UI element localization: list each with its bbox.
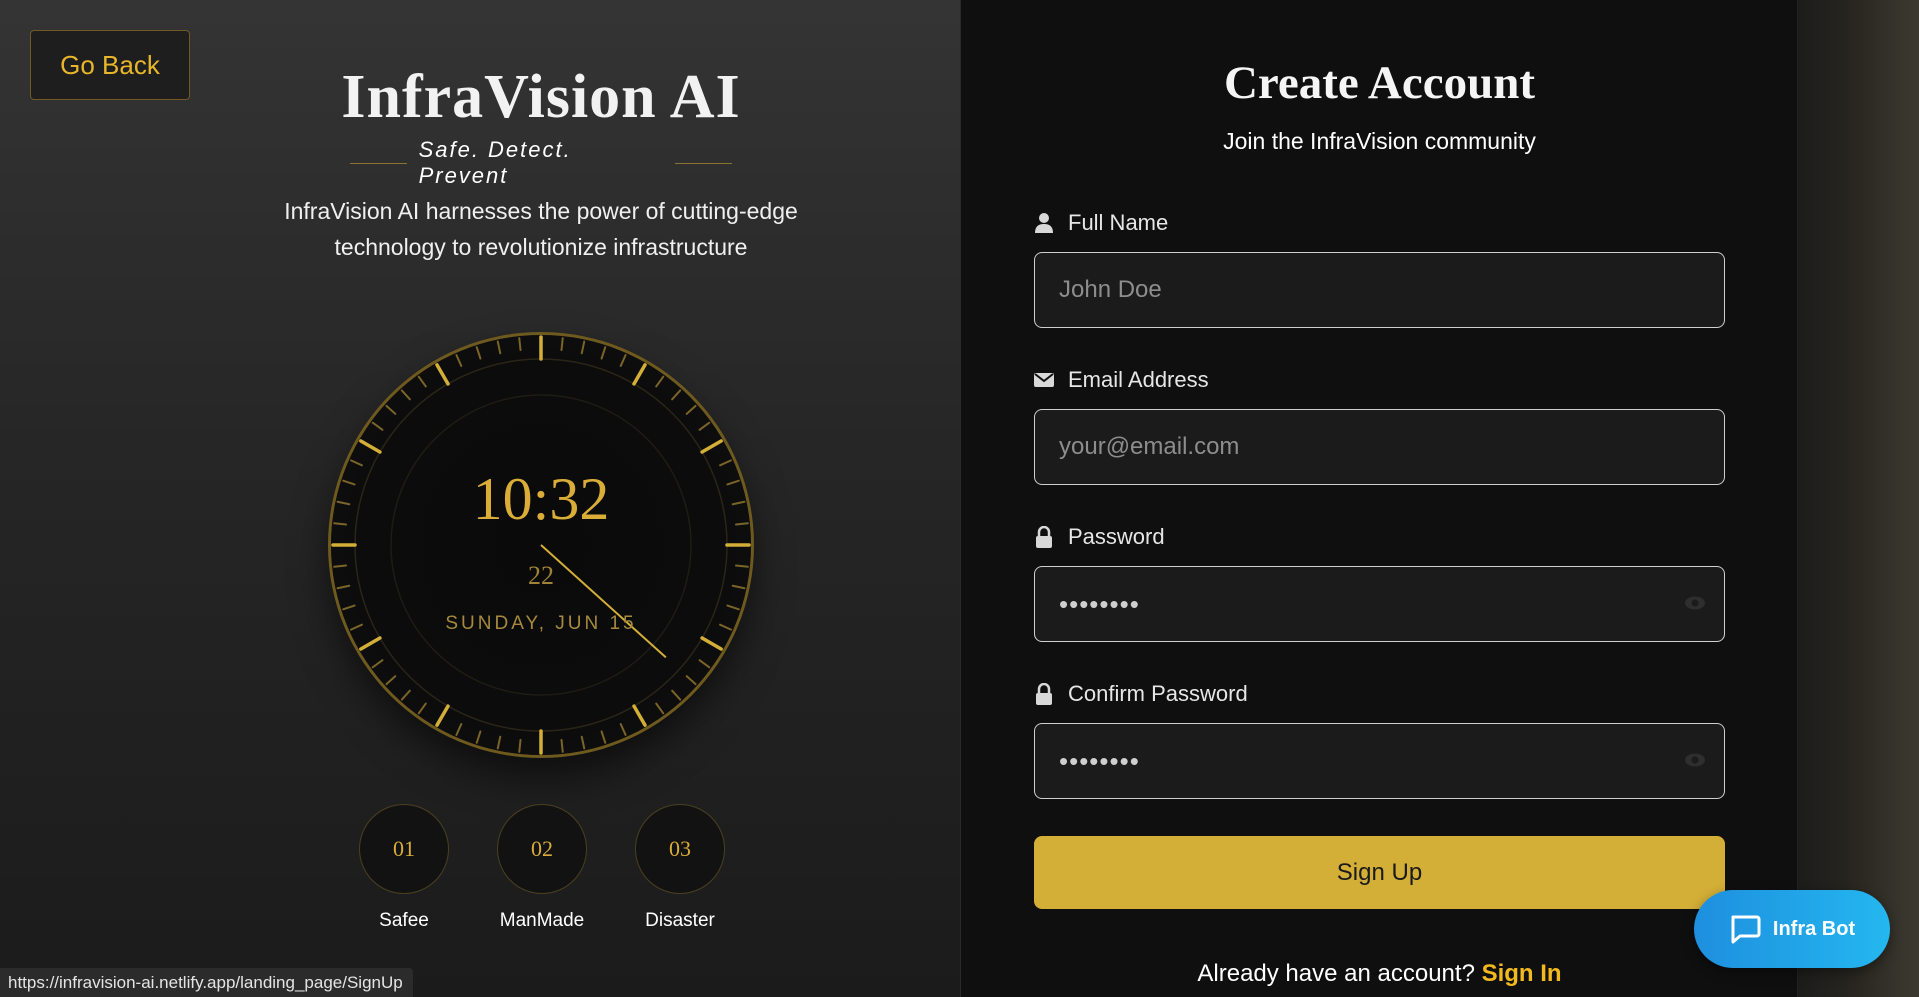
- form-subtitle: Join the InfraVision community: [1223, 128, 1536, 154]
- infra-bot-button[interactable]: Infra Bot: [1694, 890, 1890, 968]
- clock-tick: [475, 730, 482, 744]
- clock-seconds: 22: [528, 561, 554, 590]
- clock-tick: [700, 636, 723, 651]
- clock-tick: [400, 689, 411, 701]
- clock-tick: [632, 704, 647, 727]
- password-label-text: Password: [1068, 524, 1165, 549]
- signin-row: Already have an account? Sign In: [961, 960, 1798, 988]
- clock-widget: 10:32 22 SUNDAY, JUN 15: [331, 335, 751, 755]
- clock-face: [331, 335, 751, 755]
- user-icon: [1035, 213, 1053, 233]
- full-name-label-text: Full Name: [1068, 210, 1169, 235]
- confirm-password-input[interactable]: ••••••••: [1034, 723, 1725, 799]
- background-edge: [1797, 0, 1919, 997]
- clock-tick: [475, 346, 482, 360]
- divider-line: [350, 162, 407, 164]
- infra-bot-label: Infra Bot: [1772, 917, 1856, 940]
- intro-text: InfraVision AI harnesses the power of cu…: [284, 198, 798, 260]
- clock-tick: [359, 636, 382, 651]
- clock-tick: [560, 738, 564, 753]
- step-item: 03 Disaster: [634, 804, 726, 932]
- clock-tick: [600, 730, 607, 744]
- clock-tick: [580, 735, 586, 750]
- signup-form-panel: Create Account Join the InfraVision comm…: [960, 0, 1797, 997]
- step-number: 03: [635, 804, 725, 894]
- confirm-password-label: Confirm Password: [1034, 681, 1248, 707]
- clock-tick: [385, 675, 397, 686]
- step-label: Safee: [379, 910, 429, 931]
- step-label: ManMade: [499, 910, 585, 931]
- clock-tick: [359, 439, 382, 454]
- clock-tick: [560, 337, 564, 352]
- status-bar-url: https://infravision-ai.netlify.app/landi…: [0, 968, 413, 997]
- password-value: ••••••••: [1059, 588, 1140, 619]
- clock-tick: [580, 340, 586, 355]
- tagline: Safe. Detect. Prevent: [418, 137, 572, 188]
- clock-tick: [619, 353, 627, 367]
- clock-tick: [698, 659, 711, 669]
- clock-tick: [726, 604, 740, 611]
- eye-icon[interactable]: [1684, 595, 1706, 611]
- clock-tick: [600, 346, 607, 360]
- clock-tick: [385, 404, 397, 415]
- confirm-password-value: ••••••••: [1059, 745, 1140, 776]
- clock-tick: [417, 375, 427, 388]
- clock-tick: [619, 723, 627, 737]
- clock-tick: [455, 353, 463, 367]
- clock-tick: [518, 738, 522, 753]
- clock-tick: [417, 702, 427, 715]
- step-number: 01: [359, 804, 449, 894]
- clock-tick: [496, 735, 502, 750]
- email-placeholder: your@email.com: [1059, 433, 1240, 460]
- signup-page: Go Back InfraVision AI Safe. Detect. Pre…: [0, 0, 1919, 997]
- sign-up-button[interactable]: Sign Up: [1034, 836, 1725, 909]
- steps-row: 01 Safee 02 ManMade 03 Disaster: [358, 804, 726, 934]
- email-input[interactable]: your@email.com: [1034, 409, 1725, 485]
- clock-time: 10:32: [472, 466, 610, 532]
- clock-tick: [685, 675, 697, 686]
- brand-title: InfraVision AI: [341, 63, 741, 131]
- clock-tick: [655, 702, 665, 715]
- envelope-icon: [1034, 373, 1054, 387]
- divider-line: [675, 162, 732, 164]
- email-label: Email Address: [1034, 367, 1209, 393]
- signin-prompt: Already have an account?: [1197, 960, 1475, 987]
- clock-tick: [455, 723, 463, 737]
- full-name-label: Full Name: [1034, 210, 1168, 236]
- form-title: Create Account: [1223, 57, 1536, 109]
- full-name-placeholder: John Doe: [1059, 276, 1162, 303]
- eye-icon[interactable]: [1684, 752, 1706, 768]
- clock-tick: [698, 421, 711, 431]
- clock-tick: [435, 363, 450, 386]
- clock-tick: [342, 604, 356, 611]
- tagline-row: Safe. Detect. Prevent: [350, 137, 732, 188]
- clock-tick: [632, 363, 647, 386]
- password-label: Password: [1034, 524, 1165, 550]
- clock-tick: [371, 421, 384, 431]
- clock-tick: [496, 340, 502, 355]
- chat-icon: [1731, 915, 1761, 944]
- sign-in-link[interactable]: Sign In: [1482, 960, 1562, 987]
- clock-date: SUNDAY, JUN 15: [445, 613, 637, 634]
- clock-tick: [435, 704, 450, 727]
- confirm-password-label-text: Confirm Password: [1068, 681, 1248, 706]
- lock-icon: [1036, 526, 1052, 548]
- step-number: 02: [497, 804, 587, 894]
- clock-tick: [685, 404, 697, 415]
- clock-tick: [655, 375, 665, 388]
- clock-tick: [400, 389, 411, 401]
- clock-tick: [671, 689, 682, 701]
- step-item: 01 Safee: [358, 804, 450, 932]
- clock-tick: [700, 439, 723, 454]
- email-label-text: Email Address: [1068, 367, 1209, 392]
- step-item: 02 ManMade: [496, 804, 588, 932]
- lock-icon: [1036, 683, 1052, 705]
- password-input[interactable]: ••••••••: [1034, 566, 1725, 642]
- step-label: Disaster: [645, 910, 715, 931]
- clock-tick: [671, 389, 682, 401]
- clock-tick: [518, 337, 522, 352]
- clock-tick: [371, 659, 384, 669]
- brand-panel: Go Back InfraVision AI Safe. Detect. Pre…: [0, 0, 960, 997]
- full-name-input[interactable]: John Doe: [1034, 252, 1725, 328]
